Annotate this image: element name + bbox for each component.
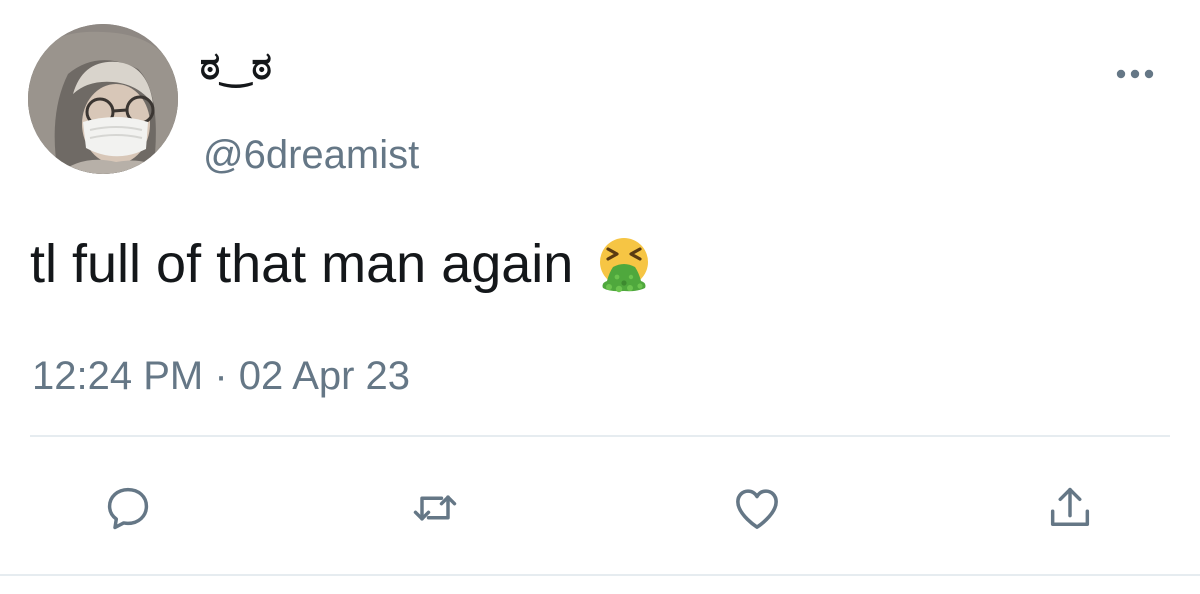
reply-icon bbox=[107, 487, 149, 530]
tweet-time: 12:24 PM bbox=[32, 354, 204, 398]
reply-button[interactable] bbox=[98, 478, 158, 538]
face-vomiting-icon bbox=[600, 238, 649, 293]
avatar[interactable] bbox=[28, 24, 178, 174]
more-options-button[interactable] bbox=[1110, 56, 1160, 92]
share-icon bbox=[1050, 487, 1090, 526]
meta-separator: · bbox=[214, 354, 228, 398]
like-button[interactable] bbox=[727, 478, 787, 538]
tweet-timestamp[interactable]: 12:24 PM · 02 Apr 23 bbox=[32, 352, 410, 400]
display-name[interactable]: ಠ‿ಠ bbox=[200, 44, 272, 90]
tweet-date: 02 Apr 23 bbox=[238, 354, 411, 398]
share-button[interactable] bbox=[1040, 478, 1100, 538]
tweet-body: tl full of that man again bbox=[30, 234, 574, 294]
divider bbox=[30, 435, 1170, 437]
bottom-divider bbox=[0, 574, 1200, 576]
avatar-photo bbox=[28, 24, 178, 174]
user-handle[interactable]: @6dreamist bbox=[203, 132, 419, 178]
retweet-icon bbox=[413, 495, 457, 521]
tweet-text: tl full of that man again bbox=[30, 232, 653, 296]
tweet-card: ಠ‿ಠ @6dreamist tl full of that man again bbox=[0, 0, 1200, 594]
more-horizontal-icon bbox=[1116, 69, 1154, 79]
heart-icon bbox=[736, 489, 778, 529]
retweet-button[interactable] bbox=[405, 478, 465, 538]
